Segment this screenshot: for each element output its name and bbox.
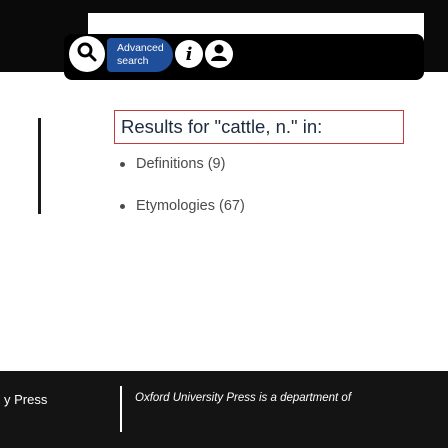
info-button[interactable]: i <box>175 40 203 68</box>
result-label: Etymologies (67) <box>136 198 245 214</box>
account-button[interactable] <box>205 40 233 68</box>
info-icon: i <box>185 43 193 65</box>
bullet-icon <box>120 161 125 167</box>
result-item-etymologies[interactable]: Etymologies (67) <box>120 196 245 216</box>
search-button[interactable] <box>69 36 105 72</box>
result-item-definitions[interactable]: Definitions (9) <box>120 154 245 174</box>
results-list: Definitions (9) Etymologies (67) <box>120 154 245 216</box>
footer-press-link[interactable]: y Press <box>0 392 94 412</box>
results-heading: Results for "cattle, n." in: <box>114 110 404 144</box>
advanced-search-button[interactable]: Advanced search <box>107 38 173 72</box>
bullet-icon <box>120 203 125 209</box>
side-rule <box>38 118 41 214</box>
footer-divider <box>120 386 122 432</box>
user-icon <box>208 41 230 68</box>
result-label: Definitions (9) <box>136 156 226 172</box>
footer-note: Oxford University Press is a department … <box>135 392 352 404</box>
search-icon <box>76 41 98 68</box>
advanced-search-label-line2: search <box>117 55 149 67</box>
advanced-search-label-line1: Advanced <box>117 42 164 54</box>
